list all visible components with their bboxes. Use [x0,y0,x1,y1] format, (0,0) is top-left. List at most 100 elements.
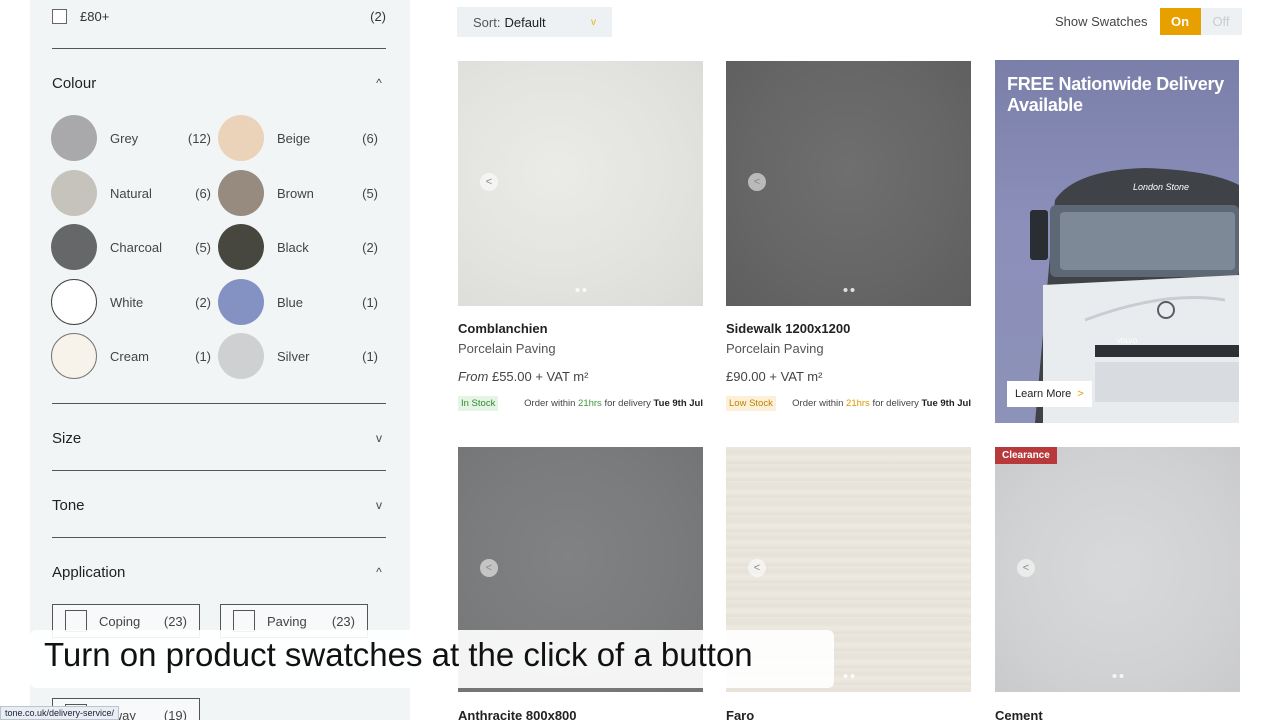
application-title: Application [52,563,126,581]
slide-prev-icon[interactable]: < [748,559,766,577]
divider [52,470,386,471]
image-dots [843,674,854,678]
colour-name: Natural [110,185,152,201]
show-swatches-label: Show Swatches [1055,14,1148,29]
brown-swatch [218,170,264,216]
colour-count: (5) [195,239,211,255]
delivery-info: Order within 21hrs for delivery Tue 9th … [524,398,703,409]
slide-prev-icon[interactable]: < [748,173,766,191]
stock-row: In Stock Order within 21hrs for delivery… [458,396,703,411]
white-swatch [51,279,97,325]
colour-option-charcoal[interactable]: Charcoal (5) [51,223,211,271]
order-mid: for delivery [604,398,651,409]
browser-status-url: tone.co.uk/delivery-service/ [0,706,120,720]
learn-more-label: Learn More [1015,388,1072,400]
swatches-on-button[interactable]: On [1159,8,1201,35]
natural-swatch [51,170,97,216]
product-name[interactable]: Comblanchien [458,321,703,336]
stock-row: Low Stock Order within 21hrs for deliver… [726,396,971,411]
product-price: £90.00 + VAT m² [726,369,971,384]
product-image[interactable]: < [458,61,703,306]
chevron-up-icon: ^ [376,565,382,579]
blue-swatch [218,279,264,325]
silver-swatch [218,333,264,379]
image-dots [843,288,854,292]
colour-option-brown[interactable]: Brown (5) [218,169,378,217]
chevron-down-icon: v [376,498,382,512]
product-name[interactable]: Anthracite 800x800 [458,708,703,720]
product-name[interactable]: Sidewalk 1200x1200 [726,321,971,336]
colour-count: (1) [362,348,378,364]
product-card[interactable]: < Comblanchien Porcelain Paving From £55… [458,61,703,411]
divider [52,48,386,49]
colour-option-cream[interactable]: Cream (1) [51,332,211,380]
image-dots [575,288,586,292]
stock-badge: Low Stock [726,396,776,411]
application-label: Paving [267,613,307,629]
delivery-info: Order within 21hrs for delivery Tue 9th … [792,398,971,409]
beige-swatch [218,115,264,161]
slide-prev-icon[interactable]: < [480,559,498,577]
clearance-badge: Clearance [995,447,1057,464]
colour-name: Cream [110,348,150,364]
product-price: From £55.00 + VAT m² [458,369,703,384]
sort-dropdown[interactable]: Sort: Default v [457,7,612,37]
size-section-header[interactable]: Size v [52,427,386,449]
colour-count: (1) [362,294,378,310]
colour-count: (2) [362,239,378,255]
truck-make-text: VOLVO [1117,339,1138,345]
application-label: Coping [99,613,141,629]
slide-prev-icon[interactable]: < [480,173,498,191]
colour-name: Black [277,239,309,255]
slide-prev-icon[interactable]: < [1017,559,1035,577]
application-section-header[interactable]: Application ^ [52,561,386,583]
colour-option-white[interactable]: White (2) [51,278,211,326]
product-name[interactable]: Faro [726,708,971,720]
delivery-date: Tue 9th Jul [653,398,703,409]
product-card[interactable]: Clearance < Cement [995,447,1240,720]
product-type: Porcelain Paving [726,341,824,356]
price-filter-option[interactable]: £80+ (2) [52,4,386,28]
product-card[interactable]: < Sidewalk 1200x1200 Porcelain Paving £9… [726,61,971,411]
product-image[interactable]: < [726,61,971,306]
colour-title: Colour [52,74,97,92]
sort-value: Default [504,14,546,30]
application-count: (23) [331,613,355,629]
colour-option-natural[interactable]: Natural (6) [51,169,211,217]
product-name[interactable]: Cement [995,708,1240,720]
colour-option-grey[interactable]: Grey (12) [51,114,211,162]
colour-count: (12) [187,130,211,146]
application-count: (23) [163,613,187,629]
chevron-down-icon: v [591,16,596,28]
promo-title: FREE Nationwide Delivery Available [1007,74,1224,115]
price-value: £90.00 + VAT m² [726,369,823,384]
colour-option-beige[interactable]: Beige (6) [218,114,378,162]
product-image[interactable]: Clearance < [995,447,1240,692]
colour-name: Brown [277,185,314,201]
colour-option-black[interactable]: Black (2) [218,223,378,271]
price-checkbox[interactable] [52,8,67,24]
colour-option-silver[interactable]: Silver (1) [218,332,378,380]
stock-badge: In Stock [458,396,499,411]
colour-name: Grey [110,130,139,146]
colour-option-blue[interactable]: Blue (1) [218,278,378,326]
black-swatch [218,224,264,270]
swatches-off-button[interactable]: Off [1200,8,1242,35]
price-prefix: From [458,369,489,384]
divider [52,537,386,538]
order-prefix: Order within [792,398,844,409]
colour-section-header[interactable]: Colour ^ [52,72,386,94]
divider [52,403,386,404]
price-filter-count: (2) [370,8,386,24]
tone-title: Tone [52,496,85,514]
size-title: Size [52,429,82,447]
delivery-promo-banner[interactable]: London Stone VOLVO FREE Nationwide Deliv… [995,60,1239,423]
learn-more-button[interactable]: Learn More > [1007,381,1092,407]
sort-label: Sort: [473,14,501,30]
colour-count: (1) [195,348,211,364]
charcoal-swatch [51,224,97,270]
tone-section-header[interactable]: Tone v [52,494,386,516]
colour-count: (6) [195,185,211,201]
video-caption: Turn on product swatches at the click of… [30,630,834,688]
chevron-up-icon: ^ [376,76,382,90]
